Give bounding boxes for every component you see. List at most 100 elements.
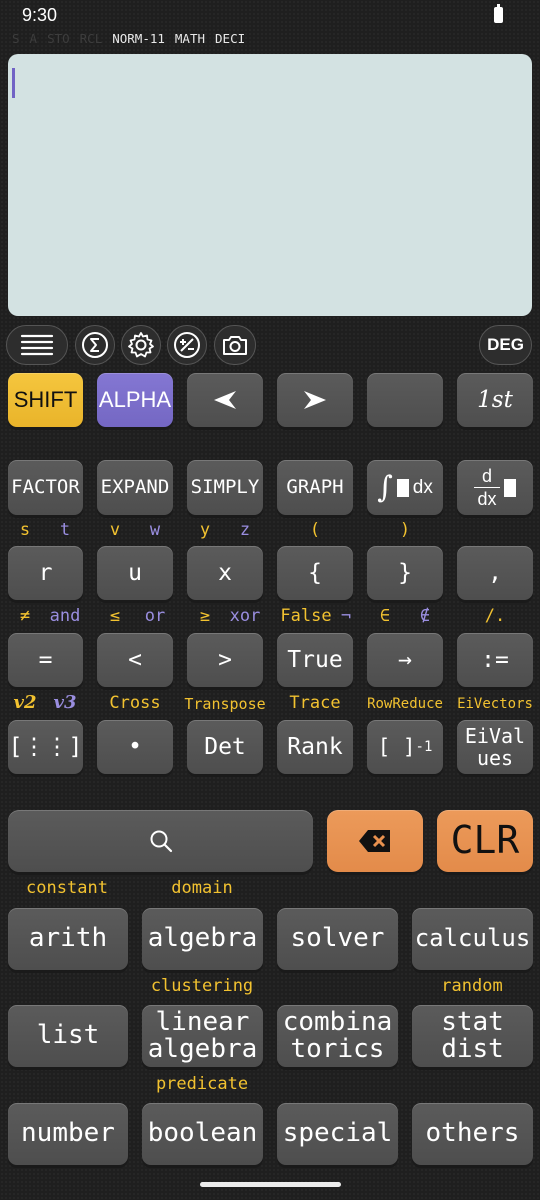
inverse-key[interactable]: [ ] -1 [367,720,443,774]
number-button[interactable]: number [8,1103,128,1165]
x-key[interactable]: x [187,546,263,600]
cursor-left-key[interactable] [187,373,263,427]
shift-key[interactable]: SHIFT [8,373,83,427]
placeholder-box [504,478,516,497]
backspace-key[interactable] [327,810,423,872]
label-random: random [441,976,503,996]
label-clustering: clustering [150,976,254,996]
linear-algebra-button[interactable]: linear algebra [142,1005,263,1067]
label-less-equal: ≤ [109,606,121,626]
plus-minus-icon [174,332,200,358]
label-cross: Cross [109,693,161,713]
indicator-deci: DECI [215,31,246,46]
camera-button[interactable] [214,325,256,365]
solver-button[interactable]: solver [277,908,398,970]
eigenvalues-key[interactable]: EiVal ues [457,720,533,774]
true-key[interactable]: True [277,633,353,687]
derivative-key[interactable]: d dx [457,460,533,515]
derivative-dx: dx [477,489,497,510]
derivative-fraction: d dx [474,465,500,510]
determinant-key[interactable]: Det [187,720,263,774]
label-or: or [144,606,166,626]
rule-arrow-key[interactable]: → [367,633,443,687]
r-key[interactable]: r [8,546,83,600]
plus-minus-button[interactable] [167,325,207,365]
indicator-alpha: A [29,31,38,46]
label-rowreduce: RowReduce [367,696,443,712]
stat-dist-button[interactable]: stat dist [412,1005,533,1067]
comma-key[interactable]: , [457,546,533,600]
eigenvalues-line2: ues [476,746,514,770]
search-icon [150,830,172,853]
label-y: y [199,520,211,540]
gesture-nav-bar[interactable] [200,1182,341,1187]
blank-key[interactable] [367,373,443,427]
special-button[interactable]: special [277,1103,398,1165]
settings-button[interactable] [121,325,161,365]
clear-key[interactable]: CLR [437,810,533,872]
label-greater-equal: ≥ [199,606,211,626]
algebra-button[interactable]: algebra [142,908,263,970]
indicator-norm: NORM-11 [112,31,165,46]
list-button[interactable]: list [8,1005,128,1067]
first-key[interactable]: 1st [457,373,533,427]
less-than-key[interactable]: < [97,633,173,687]
matrix-key[interactable]: [⋮⋮] [8,720,83,774]
eigenvalues-line1: EiVal [464,724,526,748]
inverse-exponent: -1 [415,738,433,755]
label-z: z [239,520,251,540]
assign-key[interactable]: := [457,633,533,687]
label-trace: Trace [289,693,341,713]
arith-button[interactable]: arith [8,908,128,970]
label-constant: constant [26,878,108,898]
expression-display[interactable] [8,54,532,316]
graph-key[interactable]: GRAPH [277,460,353,515]
search-button[interactable] [8,810,313,872]
hamburger-icon [20,334,54,356]
label-v3: v3 [53,692,77,713]
clock: 9:30 [22,5,58,25]
label-v2: v2 [13,692,37,713]
label-replace-all: /. [484,606,506,626]
calculus-button[interactable]: calculus [412,908,533,970]
others-button[interactable]: others [412,1103,533,1165]
simplify-key[interactable]: SIMPLY [187,460,263,515]
equals-key[interactable]: = [8,633,83,687]
cursor-right-key[interactable] [277,373,353,427]
label-w: w [149,520,161,540]
label-and: and [49,606,81,626]
greater-than-key[interactable]: > [187,633,263,687]
label-v: v [109,520,121,540]
battery-icon [494,4,503,23]
sum-button[interactable] [75,325,115,365]
u-key[interactable]: u [97,546,173,600]
label-transpose: Transpose [184,695,266,713]
integral-key[interactable]: ∫ dx [367,460,443,515]
indicator-rcl: RCL [79,31,103,46]
alpha-key[interactable]: ALPHA [97,373,173,427]
arrow-right-icon [304,391,326,409]
backspace-icon [359,830,390,852]
boolean-button[interactable]: boolean [142,1103,263,1165]
label-predicate: predicate [155,1074,249,1094]
derivative-d: d [481,465,492,486]
label-open-paren: ( [309,520,321,540]
text-cursor [12,68,15,98]
integral-sign: ∫ [377,469,393,505]
sigma-icon [82,332,108,358]
open-brace-key[interactable]: { [277,546,353,600]
label-t: t [59,520,71,540]
rank-key[interactable]: Rank [277,720,353,774]
angle-mode-button[interactable]: DEG [479,325,532,365]
combinatorics-button[interactable]: combina torics [277,1005,398,1067]
label-not-element-of: ∉ [419,606,431,626]
label-close-paren: ) [399,520,411,540]
menu-button[interactable] [6,325,68,365]
factor-key[interactable]: FACTOR [8,460,83,515]
label-false: False [280,606,332,626]
expand-key[interactable]: EXPAND [97,460,173,515]
gear-icon [128,332,154,358]
dot-product-key[interactable]: • [97,720,173,774]
close-brace-key[interactable]: } [367,546,443,600]
placeholder-box [396,478,409,497]
